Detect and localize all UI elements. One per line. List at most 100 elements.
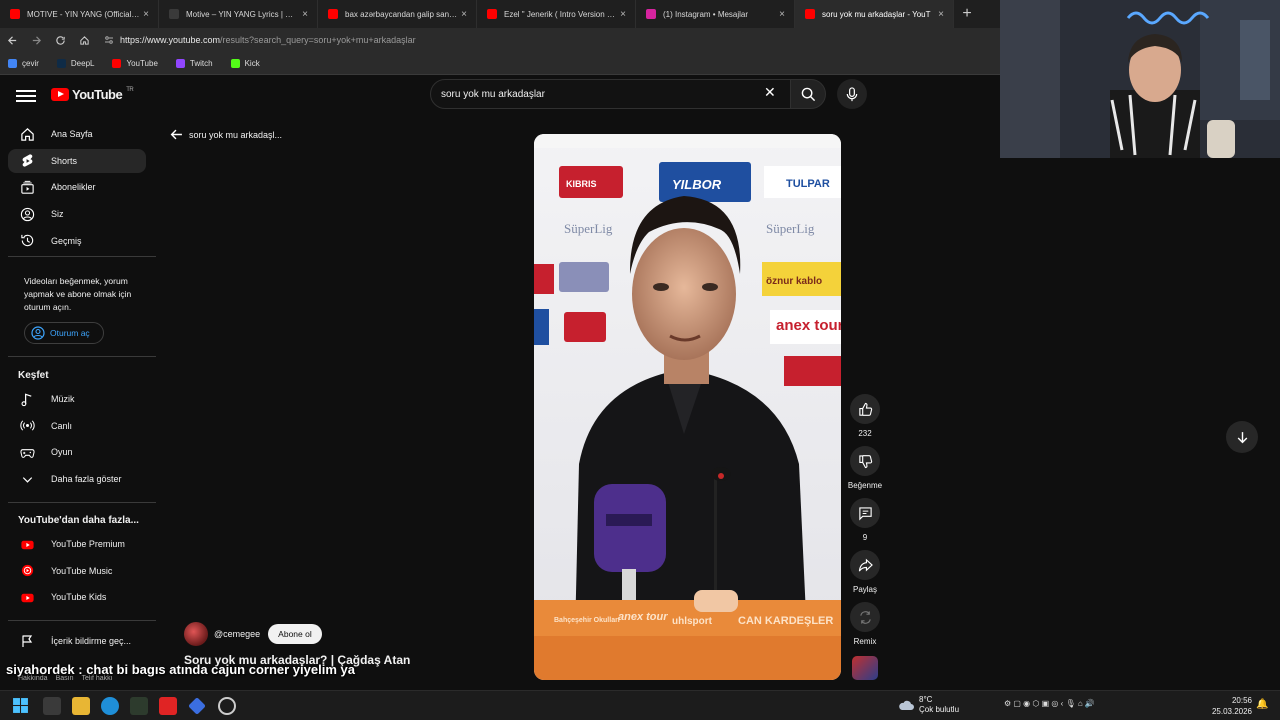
url-path: /results?search_query=soru+yok+mu+arkada…	[220, 35, 416, 45]
bookmark-item[interactable]: çevir	[8, 58, 39, 68]
browser-tab[interactable]: MOTIVE - YIN YANG (Official Music×	[0, 0, 159, 28]
site-info-icon[interactable]	[104, 35, 114, 45]
tab-close-icon[interactable]: ×	[617, 9, 629, 20]
tab-title: Ezel " Jenerik ( Intro Version ) " To	[504, 9, 617, 19]
tab-close-icon[interactable]: ×	[458, 9, 470, 20]
bookmark-item[interactable]: Twitch	[175, 58, 213, 68]
forward-arrow-icon[interactable]	[24, 28, 48, 52]
menu-icon[interactable]	[16, 87, 36, 105]
desk-banner	[534, 590, 841, 680]
sidebar-item-shorts[interactable]: Shorts	[8, 148, 146, 173]
sidebar-item-daha-fazla-göster[interactable]: Daha fazla göster	[8, 467, 146, 491]
short-video-player[interactable]: KIBRIS YILBOR TULPAR SüperLig SüperLig ö…	[534, 134, 841, 680]
explore-title: Keşfet	[18, 370, 49, 381]
bookmark-label: Twitch	[189, 58, 213, 68]
sidebar-item-müzik[interactable]: Müzik	[8, 387, 146, 411]
subscribe-button[interactable]: Abone ol	[268, 624, 322, 644]
app-icon[interactable]	[188, 697, 206, 715]
tab-title: soru yok mu arkadaşlar - YouT	[822, 9, 931, 19]
signin-button-label: Oturum aç	[50, 328, 90, 338]
reload-icon[interactable]	[48, 28, 72, 52]
app-icon[interactable]	[130, 697, 148, 715]
next-short-button[interactable]	[1226, 421, 1258, 453]
system-clock[interactable]: 20:56 25.03.2026	[1212, 695, 1252, 717]
sidebar-item-canlı[interactable]: Canlı	[8, 414, 146, 438]
tab-close-icon[interactable]: ×	[935, 9, 947, 20]
tab-title: bax azərbaycandan galip sani s*q	[345, 9, 458, 19]
sidebar-divider	[8, 620, 156, 621]
youtube-logo[interactable]: YouTube TR	[51, 86, 134, 102]
tab-favicon-icon	[169, 9, 179, 19]
edge-browser-icon[interactable]	[101, 697, 119, 715]
remix-button[interactable]	[850, 602, 880, 632]
bookmark-item[interactable]: YouTube	[112, 58, 158, 68]
new-tab-button[interactable]: +	[954, 0, 980, 28]
sidebar: Ana Sayfa Shorts Abonelikler Siz Geçmiş Vide…	[0, 120, 160, 690]
logo-region: TR	[126, 86, 134, 93]
clear-search-icon[interactable]: ✕	[764, 84, 776, 101]
weather-widget[interactable]: 8°C Çok bulutlu	[898, 695, 959, 715]
sponsor-text: anex tour	[776, 317, 841, 334]
sidebar-item-youtube-kids[interactable]: YouTube Kids	[8, 585, 146, 609]
sidebar-divider	[8, 256, 156, 257]
youtube-app-icon[interactable]	[159, 697, 177, 715]
browser-tab[interactable]: Ezel " Jenerik ( Intro Version ) " To ×	[477, 0, 636, 28]
sidebar-item-geçmiş[interactable]: Geçmiş	[8, 229, 146, 253]
browser-tab[interactable]: soru yok mu arkadaşlar - YouT ×	[795, 0, 954, 28]
file-explorer-icon[interactable]	[72, 697, 90, 715]
clock-date: 25.03.2026	[1211, 707, 1252, 716]
sidebar-item-youtube-music[interactable]: YouTube Music	[8, 559, 146, 583]
back-arrow-icon[interactable]	[0, 28, 24, 52]
sidebar-item-label: Abonelikler	[51, 182, 96, 193]
tab-favicon-icon	[646, 9, 656, 19]
dislike-button[interactable]	[850, 446, 880, 476]
sidebar-item-youtube-premium[interactable]: YouTube Premium	[8, 532, 146, 556]
tab-favicon-icon	[10, 9, 20, 19]
comments-button[interactable]	[850, 498, 880, 528]
sound-thumbnail[interactable]	[852, 656, 878, 680]
obs-icon[interactable]	[218, 697, 236, 715]
tab-favicon-icon	[328, 9, 338, 19]
tab-close-icon[interactable]: ×	[776, 9, 788, 20]
sidebar-item-oyun[interactable]: Oyun	[8, 440, 146, 464]
tray-icons[interactable]: ⚙ ▢ ◉ ⬡ ▣ ◎ ‹ 🎙 ⌂ 🔊	[1004, 699, 1095, 708]
tab-close-icon[interactable]: ×	[299, 9, 311, 20]
address-bar[interactable]: https://www.youtube.com/results?search_q…	[104, 35, 416, 45]
notification-bell-icon[interactable]: 🔔	[1256, 699, 1268, 710]
tab-title: MOTIVE - YIN YANG (Official Music	[27, 9, 140, 19]
clock-time: 20:56	[1231, 696, 1252, 705]
sidebar-item-abonelikler[interactable]: Abonelikler	[8, 175, 146, 199]
voice-search-button[interactable]	[837, 79, 867, 109]
bookmark-favicon-icon	[8, 58, 17, 68]
task-view-icon[interactable]	[43, 697, 61, 715]
bookmark-favicon-icon	[112, 58, 122, 68]
signin-button[interactable]: Oturum aç	[24, 322, 104, 344]
sidebar-item-ana-sayfa[interactable]: Ana Sayfa	[8, 122, 146, 146]
bookmark-favicon-icon	[230, 58, 240, 68]
sidebar-item-siz[interactable]: Siz	[8, 202, 146, 226]
windows-start-icon[interactable]	[12, 697, 29, 714]
bookmark-item[interactable]: DeepL	[56, 58, 94, 68]
tab-close-icon[interactable]: ×	[140, 9, 152, 20]
like-button[interactable]	[850, 394, 880, 424]
share-icon	[858, 558, 873, 571]
remix-icon	[859, 610, 871, 624]
back-to-results-button[interactable]: soru yok mu arkadaşl...	[170, 128, 282, 141]
tab-title: (1) Instagram • Mesajlar	[663, 9, 749, 19]
sidebar-item-report[interactable]: İçerik bildirme geç...	[8, 629, 146, 653]
windows-taskbar: 8°C Çok bulutlu ⚙ ▢ ◉ ⬡ ▣ ◎ ‹ 🎙 ⌂ 🔊 20:5…	[0, 690, 1280, 720]
youtube-header: YouTube TR soru yok mu arkadaşlar ✕	[0, 76, 1000, 116]
bookmark-item[interactable]: Kick	[230, 58, 260, 68]
channel-handle[interactable]: @cemegee	[214, 629, 260, 639]
sponsor-text: öznur kablo	[766, 276, 822, 287]
home-button-icon[interactable]	[72, 28, 96, 52]
share-button[interactable]	[850, 550, 880, 580]
search-input[interactable]: soru yok mu arkadaşlar	[430, 79, 792, 109]
microphone-icon	[846, 86, 858, 101]
search-button[interactable]	[790, 79, 826, 109]
browser-tab[interactable]: Motive – YIN YANG Lyrics | Genius ×	[159, 0, 318, 28]
avatar[interactable]	[184, 622, 208, 646]
account-circle-icon	[31, 326, 45, 340]
browser-tab[interactable]: (1) Instagram • Mesajlar ×	[636, 0, 795, 28]
browser-tab[interactable]: bax azərbaycandan galip sani s*q ×	[318, 0, 477, 28]
